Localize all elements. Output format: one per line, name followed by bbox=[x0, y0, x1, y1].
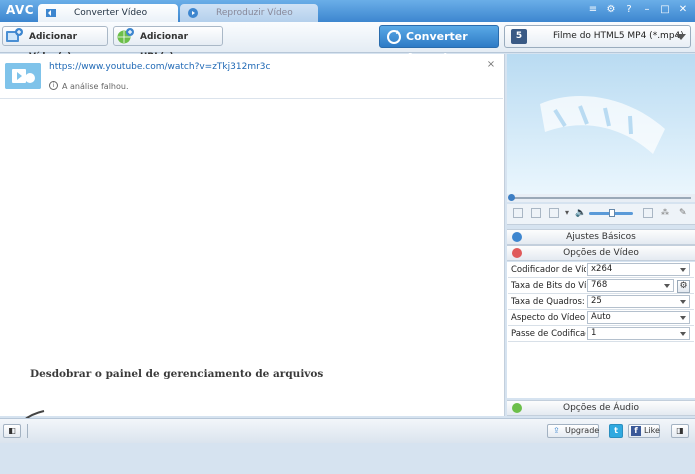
tab-converter-video[interactable]: Converter Vídeo bbox=[38, 4, 178, 22]
convert-now-button[interactable]: Converter Agora! bbox=[379, 25, 499, 64]
film-add-icon bbox=[6, 28, 23, 42]
toggle-file-panel-icon[interactable]: ◧ bbox=[3, 424, 21, 438]
option-row-pass: Passe de Codificação 1 bbox=[508, 326, 694, 342]
refresh-icon bbox=[387, 30, 401, 44]
gear-icon[interactable]: ⚙ bbox=[605, 4, 617, 16]
title-bar: AVC Converter Vídeo Reproduzir Vídeo ≡ ⚙… bbox=[0, 0, 695, 22]
facebook-icon: f bbox=[631, 426, 641, 436]
globe-add-icon bbox=[117, 28, 134, 44]
chevron-down-icon bbox=[680, 316, 686, 320]
list-icon[interactable]: ≡ bbox=[587, 4, 599, 16]
add-url-button[interactable]: Adicionar URL(s) bbox=[113, 26, 223, 62]
app-logo: AVC bbox=[6, 3, 35, 17]
framerate-select[interactable]: 25 bbox=[587, 295, 690, 308]
bitrate-settings-gear-icon[interactable]: ⚙ bbox=[677, 280, 690, 293]
play-circle-icon bbox=[188, 8, 198, 18]
option-row-codec: Codificador de Vídeo x264 bbox=[508, 262, 694, 278]
chevron-down-icon bbox=[680, 300, 686, 304]
option-value: 25 bbox=[591, 296, 602, 306]
option-row-bitrate: Taxa de Bits do Vídeo 768 bbox=[508, 278, 694, 294]
option-label: Codificador de Vídeo bbox=[511, 265, 586, 275]
expand-panel-hint: Desdobrar o painel de gerenciamento de a… bbox=[30, 368, 324, 380]
like-label: Like bbox=[644, 426, 660, 435]
close-icon[interactable]: ✕ bbox=[677, 4, 689, 16]
upgrade-label: Upgrade bbox=[565, 426, 600, 435]
divider bbox=[27, 424, 28, 438]
stop-icon[interactable] bbox=[531, 208, 541, 218]
dropdown-icon[interactable]: ▾ bbox=[565, 208, 575, 218]
convert-icon bbox=[46, 9, 56, 17]
volume-handle[interactable] bbox=[609, 209, 615, 217]
section-title: Ajustes Básicos bbox=[566, 232, 636, 242]
bitrate-select[interactable]: 768 bbox=[587, 279, 674, 292]
output-format-select[interactable]: 5 Filme do HTML5 MP4 (*.mp4) bbox=[504, 25, 691, 48]
tab-label: Reproduzir Vídeo bbox=[216, 8, 293, 18]
tab-reproduzir-video[interactable]: Reproduzir Vídeo bbox=[180, 4, 318, 22]
toolbar: Adicionar Vídeo(s) Adicionar URL(s) Conv… bbox=[0, 22, 695, 64]
effects-icon[interactable]: ⁂ bbox=[661, 208, 671, 218]
basic-settings-header[interactable]: Ajustes Básicos bbox=[507, 229, 695, 245]
chevron-down-icon bbox=[676, 34, 686, 40]
minimize-icon[interactable]: – bbox=[641, 4, 653, 16]
chevron-down-icon bbox=[680, 332, 686, 336]
tab-label: Converter Vídeo bbox=[74, 8, 148, 18]
audio-options-icon bbox=[512, 403, 522, 413]
snapshot-icon[interactable] bbox=[549, 208, 559, 218]
chevron-down-icon bbox=[680, 268, 686, 272]
pass-select[interactable]: 1 bbox=[587, 327, 690, 340]
twitter-icon[interactable]: t bbox=[609, 424, 623, 438]
window-controls: ≡ ⚙ ? – □ ✕ bbox=[587, 4, 689, 16]
seek-track bbox=[511, 197, 691, 199]
facebook-like-button[interactable]: f Like bbox=[628, 424, 660, 438]
video-options-header[interactable]: Opções de Vídeo bbox=[507, 245, 695, 261]
info-icon: i bbox=[49, 81, 58, 90]
video-options-icon bbox=[512, 248, 522, 258]
chevron-down-icon bbox=[664, 284, 670, 288]
settings-icon bbox=[512, 232, 522, 242]
file-list: https://www.youtube.com/watch?v=zTkj312m… bbox=[0, 54, 505, 443]
option-label: Taxa de Bits do Vídeo bbox=[511, 281, 586, 291]
section-title: Opções de Vídeo bbox=[563, 248, 639, 258]
codec-select[interactable]: x264 bbox=[587, 263, 690, 276]
play-icon[interactable] bbox=[513, 208, 523, 218]
option-value: x264 bbox=[591, 264, 613, 274]
status-bar: ◧ ⇪ Upgrade t f Like ◨ bbox=[0, 418, 695, 443]
option-label: Passe de Codificação bbox=[511, 329, 586, 339]
file-status: A análise falhou. bbox=[62, 82, 129, 91]
maximize-icon[interactable]: □ bbox=[659, 4, 671, 16]
wrench-icon[interactable]: ✎ bbox=[679, 208, 689, 218]
help-icon[interactable]: ? bbox=[623, 4, 635, 16]
option-label: Taxa de Quadros: bbox=[511, 297, 585, 307]
upgrade-button[interactable]: ⇪ Upgrade bbox=[547, 424, 599, 438]
option-row-framerate: Taxa de Quadros: 25 bbox=[508, 294, 694, 310]
option-value: 768 bbox=[591, 280, 608, 290]
file-url: https://www.youtube.com/watch?v=zTkj312m… bbox=[49, 62, 271, 72]
toggle-preview-panel-icon[interactable]: ◨ bbox=[671, 424, 689, 438]
volume-icon[interactable]: 🔈 bbox=[575, 208, 586, 218]
upload-icon: ⇪ bbox=[553, 426, 560, 435]
output-format-label: Filme do HTML5 MP4 (*.mp4) bbox=[553, 31, 684, 41]
option-row-aspect: Aspecto do Vídeo: Auto bbox=[508, 310, 694, 326]
film-strip-icon bbox=[540, 96, 665, 154]
audio-options-header[interactable]: Opções de Áudio bbox=[507, 400, 695, 416]
list-item[interactable]: https://www.youtube.com/watch?v=zTkj312m… bbox=[0, 54, 503, 99]
option-label: Aspecto do Vídeo: bbox=[511, 313, 586, 323]
crop-icon[interactable] bbox=[643, 208, 653, 218]
video-thumbnail-icon bbox=[5, 63, 41, 89]
remove-item-icon[interactable]: × bbox=[486, 60, 496, 70]
seek-handle[interactable] bbox=[508, 194, 515, 201]
aspect-select[interactable]: Auto bbox=[587, 311, 690, 324]
video-preview bbox=[507, 54, 695, 194]
option-value: Auto bbox=[591, 312, 611, 322]
html5-icon: 5 bbox=[511, 29, 527, 44]
add-video-button[interactable]: Adicionar Vídeo(s) bbox=[2, 26, 108, 62]
section-title: Opções de Áudio bbox=[562, 403, 640, 413]
option-value: 1 bbox=[591, 328, 597, 338]
